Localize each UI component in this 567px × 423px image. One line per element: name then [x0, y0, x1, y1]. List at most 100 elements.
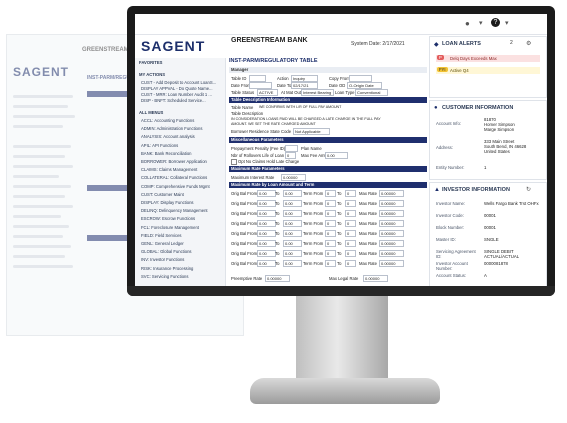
sidebar-menu-item[interactable]: COLLATERAL: Collateral Functions — [141, 175, 207, 180]
term-from-input[interactable]: 0 — [325, 210, 336, 217]
orig-bal-to-input[interactable]: 0.00 — [283, 230, 302, 237]
sidebar-menu-item[interactable]: CUST: Customer Maint — [141, 192, 184, 197]
favorites-label[interactable]: FAVORITES — [139, 60, 162, 65]
orig-bal-to-input[interactable]: 0.00 — [283, 210, 302, 217]
sidebar-menu-item[interactable]: FIELD: Field Services — [141, 233, 182, 238]
sidebar-menu-item[interactable]: ADMIN: Administration Functions — [141, 126, 202, 131]
max-rate-input[interactable]: 0.00000 — [379, 200, 404, 207]
date-to-input[interactable]: 02/17/21 — [291, 82, 318, 89]
manager-bar[interactable]: Manager — [229, 67, 427, 73]
at-mat-out-select[interactable]: Interest Bearing — [301, 89, 334, 96]
max-legal-input[interactable]: 0.00000 — [363, 275, 388, 282]
orig-bal-from-input[interactable]: 0.00 — [257, 250, 276, 257]
sidebar-menu-item[interactable]: GENL: General Ledger — [141, 241, 184, 246]
term-to-input[interactable]: 0 — [345, 200, 356, 207]
sidebar-menu-item[interactable]: BANK: Bank Reconciliation — [141, 151, 192, 156]
term-from-input[interactable]: 0 — [325, 260, 336, 267]
term-to-input[interactable]: 0 — [345, 230, 356, 237]
alert-row-1[interactable]: P Delq Days Exceeds Max — [436, 55, 540, 62]
sidebar-menu-item[interactable]: FCL: Foreclosure Management — [141, 225, 199, 230]
sidebar-menu-item[interactable]: GLOBAL: Global Functions — [141, 249, 192, 254]
max-rate-input[interactable]: 0.00000 — [379, 190, 404, 197]
sidebar-menu-item[interactable]: BORROWER: Borrower Application — [141, 159, 207, 164]
residence-select[interactable]: Not Applicable — [293, 128, 330, 135]
copy-from-input[interactable] — [349, 75, 372, 82]
table-name-value[interactable]: WE CONFIRMS WITH L/R OF FULL PAY AMOUNT — [259, 105, 341, 109]
term-from-input[interactable]: 0 — [325, 240, 336, 247]
max-rate-input[interactable]: 0.00000 — [379, 250, 404, 257]
orig-bal-from-input[interactable]: 0.00 — [257, 190, 276, 197]
prepay-penalty-input[interactable] — [285, 145, 298, 152]
date-od-select[interactable]: O-Origin Date — [347, 82, 382, 89]
orig-bal-from-input[interactable]: 0.00 — [257, 240, 276, 247]
table-desc-line[interactable]: AMOUNT. WE SET THE RATE CHARGED AMOUNT — [231, 122, 316, 126]
max-rate-input[interactable]: 0.00000 — [379, 240, 404, 247]
max-fee-input[interactable]: 0.00 — [325, 152, 348, 159]
settings-icon[interactable]: ⚙ — [526, 40, 531, 47]
orig-bal-to-input[interactable]: 0.00 — [283, 200, 302, 207]
sidebar-menu-item[interactable]: ESCROW: Escrow Functions — [141, 216, 195, 221]
customer-info-title: CUSTOMER INFORMATION — [442, 105, 514, 111]
investor-field-label: Investor Code: — [436, 213, 464, 218]
help-icon[interactable]: ? — [491, 18, 500, 27]
orig-bal-from-input[interactable]: 0.00 — [257, 260, 276, 267]
sidebar-menu-item[interactable]: COMP: Comprehensive Funds Mgmt — [141, 184, 210, 189]
sidebar-menu-item[interactable]: DISPLAY: Display Functions — [141, 200, 194, 205]
nbr-rollovers-input[interactable]: 0 — [285, 152, 296, 159]
term-to-input[interactable]: 0 — [345, 260, 356, 267]
table-id-input[interactable] — [249, 75, 266, 82]
sidebar-menu-item[interactable]: RISK: Insurance Processing — [141, 266, 193, 271]
sidebar-menu-item[interactable]: DELINQ: Delinquency Management — [141, 208, 208, 213]
term-to-input[interactable]: 0 — [345, 220, 356, 227]
term-from-input[interactable]: 0 — [325, 190, 336, 197]
sidebar-menu-item[interactable]: APIL: API Functions — [141, 143, 178, 148]
max-rate-input[interactable]: 0.00000 — [379, 210, 404, 217]
opt-late-checkbox[interactable] — [231, 159, 237, 165]
sidebar-item-action[interactable]: CUST - MRR: Loan Number Audit 1 ... — [141, 92, 212, 97]
sidebar-menu-item[interactable]: INV: Investor Functions — [141, 257, 184, 262]
all-menus-label[interactable]: ALL MENUS — [139, 110, 163, 115]
term-from-input[interactable]: 0 — [325, 250, 336, 257]
date-from-input[interactable] — [249, 82, 272, 89]
orig-bal-to-input[interactable]: 0.00 — [283, 190, 302, 197]
sidebar-menu-item[interactable]: ACCL: Accounting Functions — [141, 118, 194, 123]
refresh-icon[interactable]: ↻ — [526, 186, 531, 193]
max-rate-input[interactable]: 0.00000 — [379, 230, 404, 237]
sidebar-menu-item[interactable]: ANALYSIS: Account analysis — [141, 134, 195, 139]
orig-bal-from-input[interactable]: 0.00 — [257, 210, 276, 217]
term-to-input[interactable]: 0 — [345, 210, 356, 217]
preemptive-input[interactable]: 0.00000 — [265, 275, 290, 282]
max-interest-input[interactable]: 0.00000 — [281, 174, 306, 181]
orig-bal-to-input[interactable]: 0.00 — [283, 220, 302, 227]
dropdown-icon[interactable]: ▾ — [505, 19, 509, 27]
term-from-input[interactable]: 0 — [325, 200, 336, 207]
max-rate-label: Max Rate — [359, 201, 377, 206]
sidebar-item-action[interactable]: CUST - Add Deposit to Account LoanS... — [141, 80, 216, 85]
alert-row-2[interactable]: FYI Active Q4 — [436, 67, 540, 74]
sidebar-menu-item[interactable]: SVC: Servicing Functions — [141, 274, 188, 279]
max-rate-input[interactable]: 0.00000 — [379, 220, 404, 227]
user-icon[interactable]: ● — [465, 19, 470, 28]
table-status-input[interactable]: ACTIVE — [257, 89, 278, 96]
sidebar-menu-item[interactable]: CLAIMS: Claims Management — [141, 167, 197, 172]
term-to-input[interactable]: 0 — [345, 250, 356, 257]
max-fee-label: Max Fee Amt — [301, 153, 326, 158]
action-select[interactable]: Inquiry — [291, 75, 318, 82]
orig-bal-from-input[interactable]: 0.00 — [257, 200, 276, 207]
orig-bal-from-input[interactable]: 0.00 — [257, 220, 276, 227]
term-from-input[interactable]: 0 — [325, 220, 336, 227]
orig-bal-to-input[interactable]: 0.00 — [283, 260, 302, 267]
loan-type-select[interactable]: Conventional — [355, 89, 388, 96]
sidebar-item-action[interactable]: DISP - BNFT: Scheduled Service... — [141, 98, 206, 103]
orig-bal-from-input[interactable]: 0.00 — [257, 230, 276, 237]
term-to-input[interactable]: 0 — [345, 240, 356, 247]
term-to-input[interactable]: 0 — [345, 190, 356, 197]
max-rate-input[interactable]: 0.00000 — [379, 260, 404, 267]
dropdown-icon[interactable]: ▾ — [479, 19, 483, 27]
orig-bal-to-input[interactable]: 0.00 — [283, 250, 302, 257]
table-desc-line[interactable]: IN CONSIDERATION LOANS PAID WILL BE CHAR… — [231, 117, 381, 121]
sidebar-item-action[interactable]: DISPLAY APPVAL - Do Quote Name... — [141, 86, 213, 91]
orig-bal-to-input[interactable]: 0.00 — [283, 240, 302, 247]
term-from-input[interactable]: 0 — [325, 230, 336, 237]
my-actions-label[interactable]: MY ACTIONS — [139, 72, 165, 77]
